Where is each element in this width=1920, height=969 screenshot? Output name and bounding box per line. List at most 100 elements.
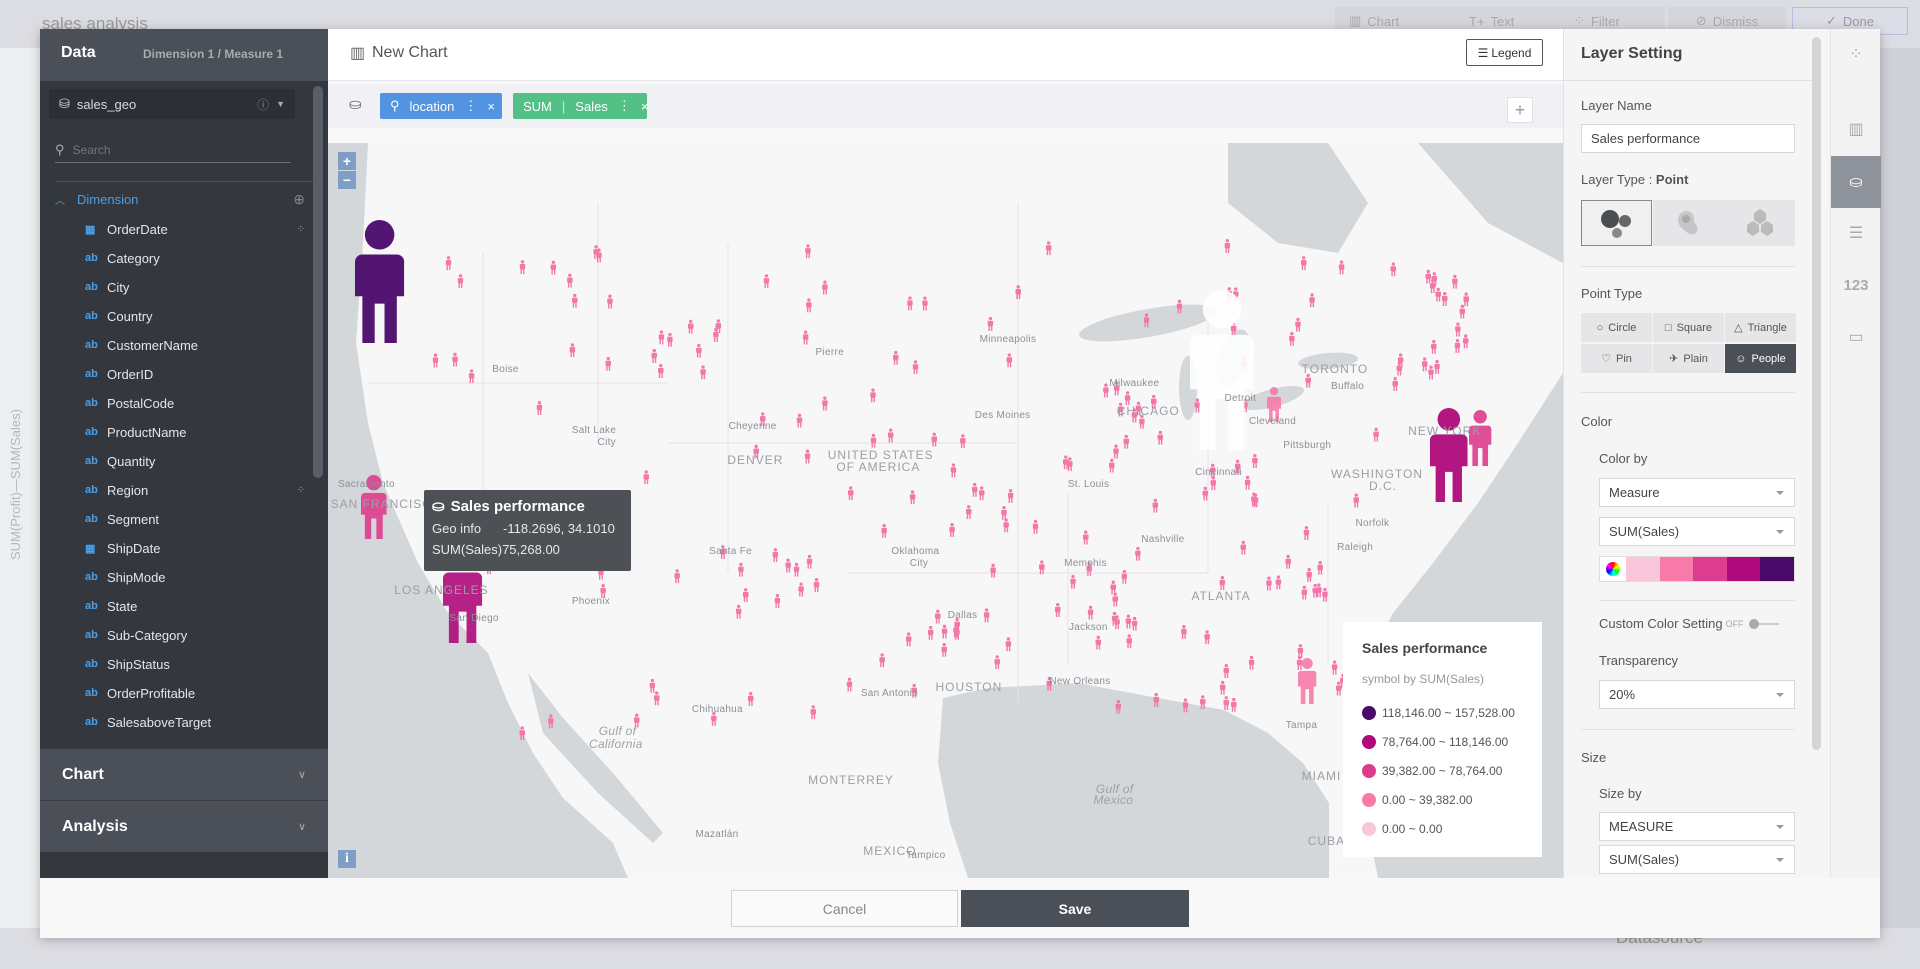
field-item[interactable]: ab Segment [85,508,315,530]
zoom-in-button[interactable]: + [338,152,356,170]
people-marker[interactable] [1435,287,1442,302]
layer-type-point-button[interactable] [1581,200,1652,246]
people-marker[interactable] [519,260,526,275]
people-marker[interactable] [674,569,680,584]
close-icon[interactable]: × [641,99,649,114]
people-marker[interactable] [810,705,817,720]
point-type-circle[interactable]: ○ Circle [1581,313,1652,342]
people-marker[interactable] [927,625,934,640]
people-marker[interactable] [1317,560,1323,575]
field-item[interactable]: ▦ ShipDate [85,537,315,559]
people-marker[interactable] [785,558,791,573]
people-marker[interactable] [742,588,749,603]
people-marker[interactable] [1219,576,1226,591]
people-marker[interactable] [1005,637,1012,652]
color-by-select[interactable]: Measure [1599,478,1795,507]
people-marker[interactable] [887,428,894,443]
people-marker[interactable] [774,593,781,608]
size-measure-select[interactable]: SUM(Sales) [1599,845,1795,874]
people-marker[interactable] [1441,291,1448,306]
palette-swatch[interactable] [1726,557,1761,581]
people-marker[interactable] [653,691,660,706]
people-marker-large[interactable] [1469,410,1492,466]
analysis-section[interactable]: Analysis ∨ [40,800,328,852]
people-marker[interactable] [1428,365,1434,380]
field-search[interactable]: ⚲ [55,138,291,163]
layer-setting-scrollbar[interactable] [1812,37,1821,750]
palette-swatch[interactable] [1626,557,1660,581]
people-marker[interactable] [1297,644,1304,659]
legend-button[interactable]: ☰ Legend [1466,39,1543,66]
people-marker[interactable] [1202,486,1209,501]
people-marker[interactable] [994,655,1001,670]
people-marker[interactable] [649,678,656,693]
more-icon[interactable]: ⋮ [464,98,477,114]
people-marker[interactable] [1295,317,1301,332]
color-palette[interactable] [1599,556,1795,582]
people-marker[interactable] [822,280,828,295]
people-marker[interactable] [1095,635,1102,650]
people-marker[interactable] [949,523,955,538]
people-marker[interactable] [907,296,913,311]
people-marker[interactable] [1125,614,1132,629]
custom-color-toggle[interactable] [1748,618,1779,629]
save-button[interactable]: Save [961,890,1189,927]
people-marker[interactable] [1309,293,1315,308]
add-dimension-icon[interactable]: ⊕ [293,191,305,208]
people-marker[interactable] [1300,256,1307,271]
people-marker[interactable] [1110,580,1117,595]
location-pill[interactable]: ⚲ location ⋮ × [380,93,502,119]
people-marker[interactable] [1312,583,1318,598]
people-marker[interactable] [1112,592,1119,607]
search-input[interactable] [72,143,273,157]
people-marker[interactable] [983,608,990,623]
people-marker[interactable] [1045,241,1052,256]
people-marker[interactable] [1113,444,1119,459]
people-marker[interactable] [735,604,742,619]
people-marker[interactable] [1459,304,1466,319]
people-marker[interactable] [715,319,722,334]
filter-icon[interactable]: ⁘ [297,224,305,235]
dimension-group-header[interactable]: ︿ Dimension ⊕ [55,189,305,209]
color-wheel-icon[interactable] [1600,557,1626,581]
people-marker[interactable] [1223,663,1230,678]
people-marker[interactable] [1463,292,1469,307]
color-measure-select[interactable]: SUM(Sales) [1599,517,1795,546]
people-marker[interactable] [696,343,702,358]
people-marker[interactable] [747,691,754,706]
palette-swatch[interactable] [1693,557,1727,581]
point-type-triangle[interactable]: △ Triangle [1725,313,1796,342]
people-marker[interactable] [1157,430,1164,445]
people-marker[interactable] [793,562,800,577]
people-marker[interactable] [892,350,899,365]
people-marker[interactable] [1087,605,1094,620]
chart-title[interactable]: New Chart [372,44,448,62]
people-marker[interactable] [847,486,854,501]
people-marker[interactable] [651,348,658,363]
people-marker[interactable] [805,244,811,259]
people-marker[interactable] [1108,458,1115,473]
people-marker[interactable] [1181,625,1187,640]
people-marker[interactable] [1452,274,1458,289]
people-marker[interactable] [432,353,439,368]
people-marker[interactable] [813,578,820,593]
people-marker[interactable] [1373,427,1379,442]
people-marker[interactable] [1103,383,1109,398]
people-marker[interactable] [569,343,576,358]
people-marker[interactable] [1390,262,1397,277]
people-marker[interactable] [1248,655,1255,670]
people-marker[interactable] [1204,630,1210,645]
people-marker[interactable] [1223,696,1230,711]
people-marker[interactable] [990,563,996,578]
close-icon[interactable]: × [487,99,495,114]
people-marker[interactable] [922,296,928,311]
people-marker[interactable] [1338,260,1345,275]
list-icon[interactable]: ☰ [1831,211,1881,255]
people-marker[interactable] [1455,322,1461,337]
field-item[interactable]: ab Quantity [85,450,315,472]
field-item[interactable]: ab City [85,276,315,298]
people-marker[interactable] [713,327,719,342]
people-marker[interactable] [1230,697,1237,712]
people-marker[interactable] [1082,530,1089,545]
people-marker[interactable] [1131,616,1138,631]
